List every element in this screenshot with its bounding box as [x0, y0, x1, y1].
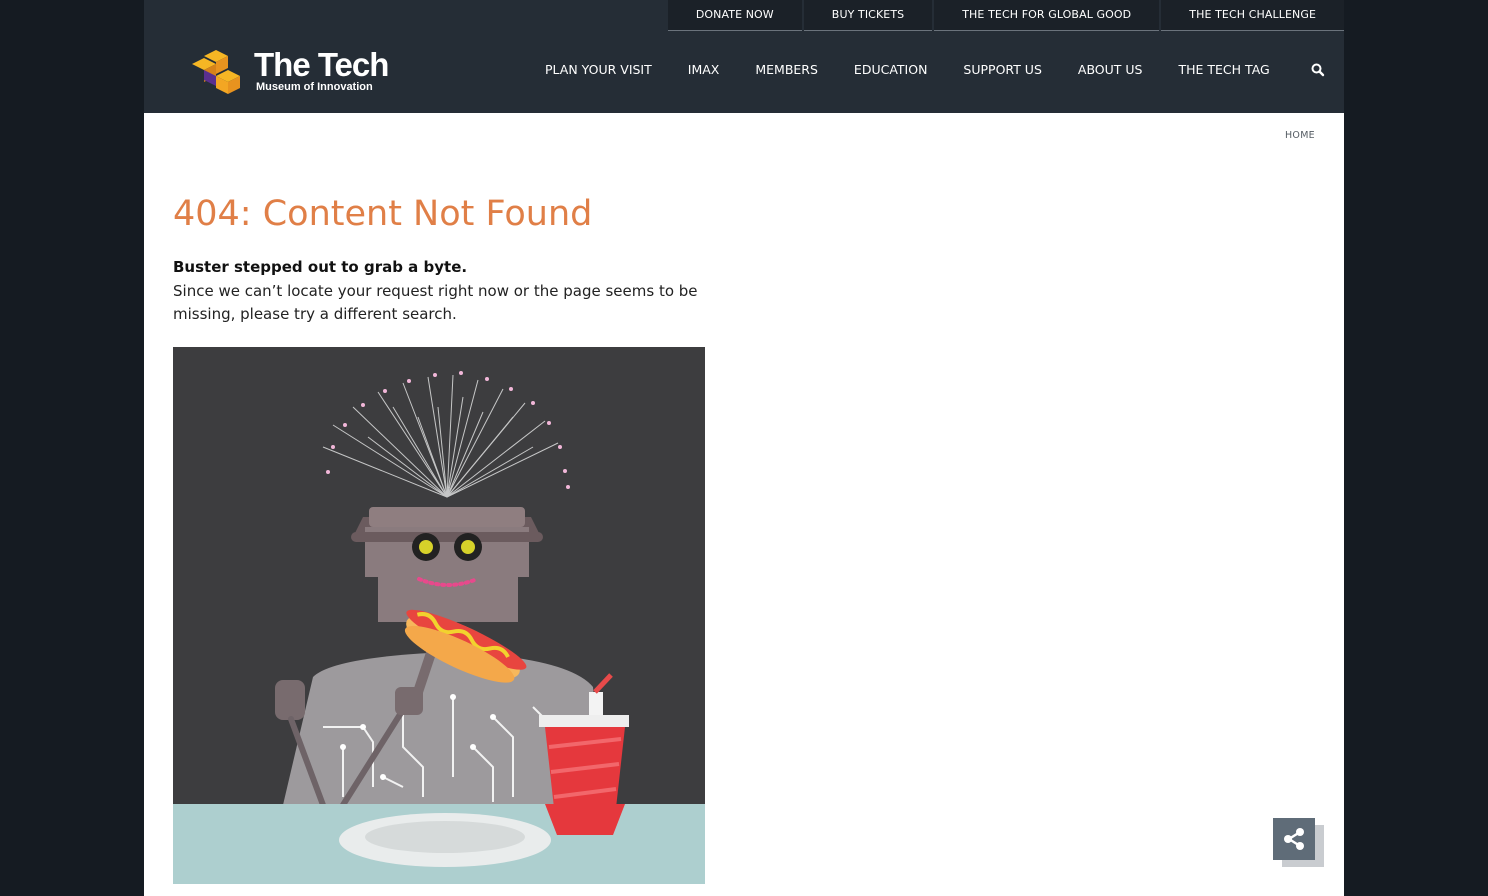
nav-plan-your-visit[interactable]: PLAN YOUR VISIT: [545, 62, 652, 78]
site-logo[interactable]: The Tech Museum of Innovation: [192, 46, 392, 98]
nav-members[interactable]: MEMBERS: [755, 62, 818, 78]
nav-imax[interactable]: IMAX: [688, 62, 720, 78]
tech-challenge-link[interactable]: THE TECH CHALLENGE: [1161, 0, 1344, 31]
page: DONATE NOW BUY TICKETS THE TECH FOR GLOB…: [144, 0, 1344, 896]
search-icon: [1311, 63, 1325, 77]
page-title: 404: Content Not Found: [173, 194, 593, 234]
nav-the-tech-tag[interactable]: THE TECH TAG: [1178, 62, 1269, 78]
utility-nav: DONATE NOW BUY TICKETS THE TECH FOR GLOB…: [667, 0, 1344, 31]
nav-education[interactable]: EDUCATION: [854, 62, 928, 78]
robot-illustration: [173, 347, 705, 884]
nav-about-us[interactable]: ABOUT US: [1078, 62, 1143, 78]
logo-mark-icon: [192, 50, 240, 94]
share-button[interactable]: [1273, 818, 1315, 860]
search-button[interactable]: [1311, 62, 1325, 78]
breadcrumb-home[interactable]: HOME: [1285, 130, 1315, 141]
global-good-link[interactable]: THE TECH FOR GLOBAL GOOD: [934, 0, 1160, 31]
main-nav: PLAN YOUR VISIT IMAX MEMBERS EDUCATION S…: [545, 62, 1306, 78]
lead-text: Buster stepped out to grab a byte.: [173, 258, 468, 276]
donate-now-link[interactable]: DONATE NOW: [667, 0, 802, 31]
site-header: DONATE NOW BUY TICKETS THE TECH FOR GLOB…: [144, 0, 1344, 113]
logo-tagline: Museum of Innovation: [256, 81, 373, 93]
nav-support-us[interactable]: SUPPORT US: [963, 62, 1041, 78]
share-icon: [1284, 828, 1304, 850]
body-text: Since we can’t locate your request right…: [173, 282, 698, 323]
buy-tickets-link[interactable]: BUY TICKETS: [803, 0, 933, 31]
logo-name: The Tech: [254, 46, 389, 83]
